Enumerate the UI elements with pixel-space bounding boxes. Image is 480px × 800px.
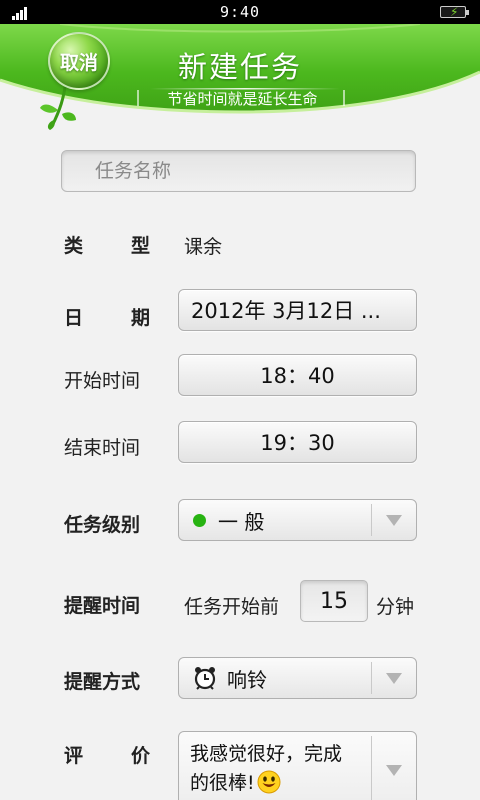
evaluation-label-char-2: 价 [130, 745, 150, 767]
reminder-time-label: 提醒时间 [64, 595, 141, 617]
smiley-icon [257, 770, 281, 794]
type-label-char-1: 类 [64, 235, 84, 257]
end-time-label: 结束时间 [64, 437, 141, 459]
reminder-method-value: 响铃 [193, 658, 267, 698]
dropdown-arrow-icon[interactable] [386, 515, 402, 526]
reminder-method-label: 提醒方式 [64, 671, 141, 693]
evaluation-label: 评 价 [64, 741, 150, 768]
date-label-char-1: 日 [64, 307, 84, 329]
reminder-method-select[interactable]: 响铃 [178, 657, 417, 699]
select-divider [371, 504, 372, 536]
level-text: 一 般 [218, 509, 265, 534]
status-bar: 9:40 ⚡ [0, 0, 480, 24]
battery-charging-icon: ⚡ [440, 5, 469, 19]
evaluation-text: 我感觉很好，完成 的很棒! [190, 740, 370, 798]
date-button[interactable]: 2012年 3月12日 ... [178, 289, 417, 331]
reminder-prefix: 任务开始前 [184, 596, 280, 618]
reminder-method-text: 响铃 [227, 667, 267, 692]
date-label-char-2: 期 [130, 307, 150, 329]
evaluation-line-2: 的很棒! [190, 772, 255, 794]
select-divider [371, 662, 372, 694]
reminder-minutes-input[interactable]: 15 [300, 580, 368, 622]
select-divider [371, 736, 372, 800]
dropdown-arrow-icon[interactable] [386, 673, 402, 684]
alarm-clock-icon [194, 667, 216, 690]
level-select-value: 一 般 [193, 500, 264, 540]
page-title: 新建任务 [177, 50, 302, 84]
task-name-input[interactable] [61, 150, 416, 192]
type-label: 类 型 [64, 231, 150, 258]
date-label: 日 期 [64, 303, 150, 330]
level-dot-icon [193, 513, 206, 527]
subtitle-divider-right [343, 90, 345, 106]
end-time-button[interactable]: 19：30 [178, 421, 417, 463]
page-subtitle: 节省时间就是延长生命 [167, 90, 318, 108]
start-time-label: 开始时间 [64, 370, 141, 392]
type-value[interactable]: 课余 [184, 232, 222, 259]
dropdown-arrow-icon[interactable] [386, 765, 402, 776]
subtitle-divider-left [137, 90, 139, 106]
level-label: 任务级别 [64, 514, 141, 536]
start-time-button[interactable]: 18：40 [178, 354, 417, 396]
reminder-suffix: 分钟 [376, 596, 415, 618]
evaluation-line-1: 我感觉很好，完成 [190, 743, 343, 765]
type-label-char-2: 型 [130, 235, 150, 257]
level-select[interactable]: 一 般 [178, 499, 417, 541]
evaluation-select[interactable]: 我感觉很好，完成 的很棒! [178, 731, 417, 800]
evaluation-label-char-1: 评 [64, 745, 84, 767]
status-time: 9:40 [219, 3, 261, 21]
cancel-button[interactable]: 取消 [48, 32, 110, 90]
